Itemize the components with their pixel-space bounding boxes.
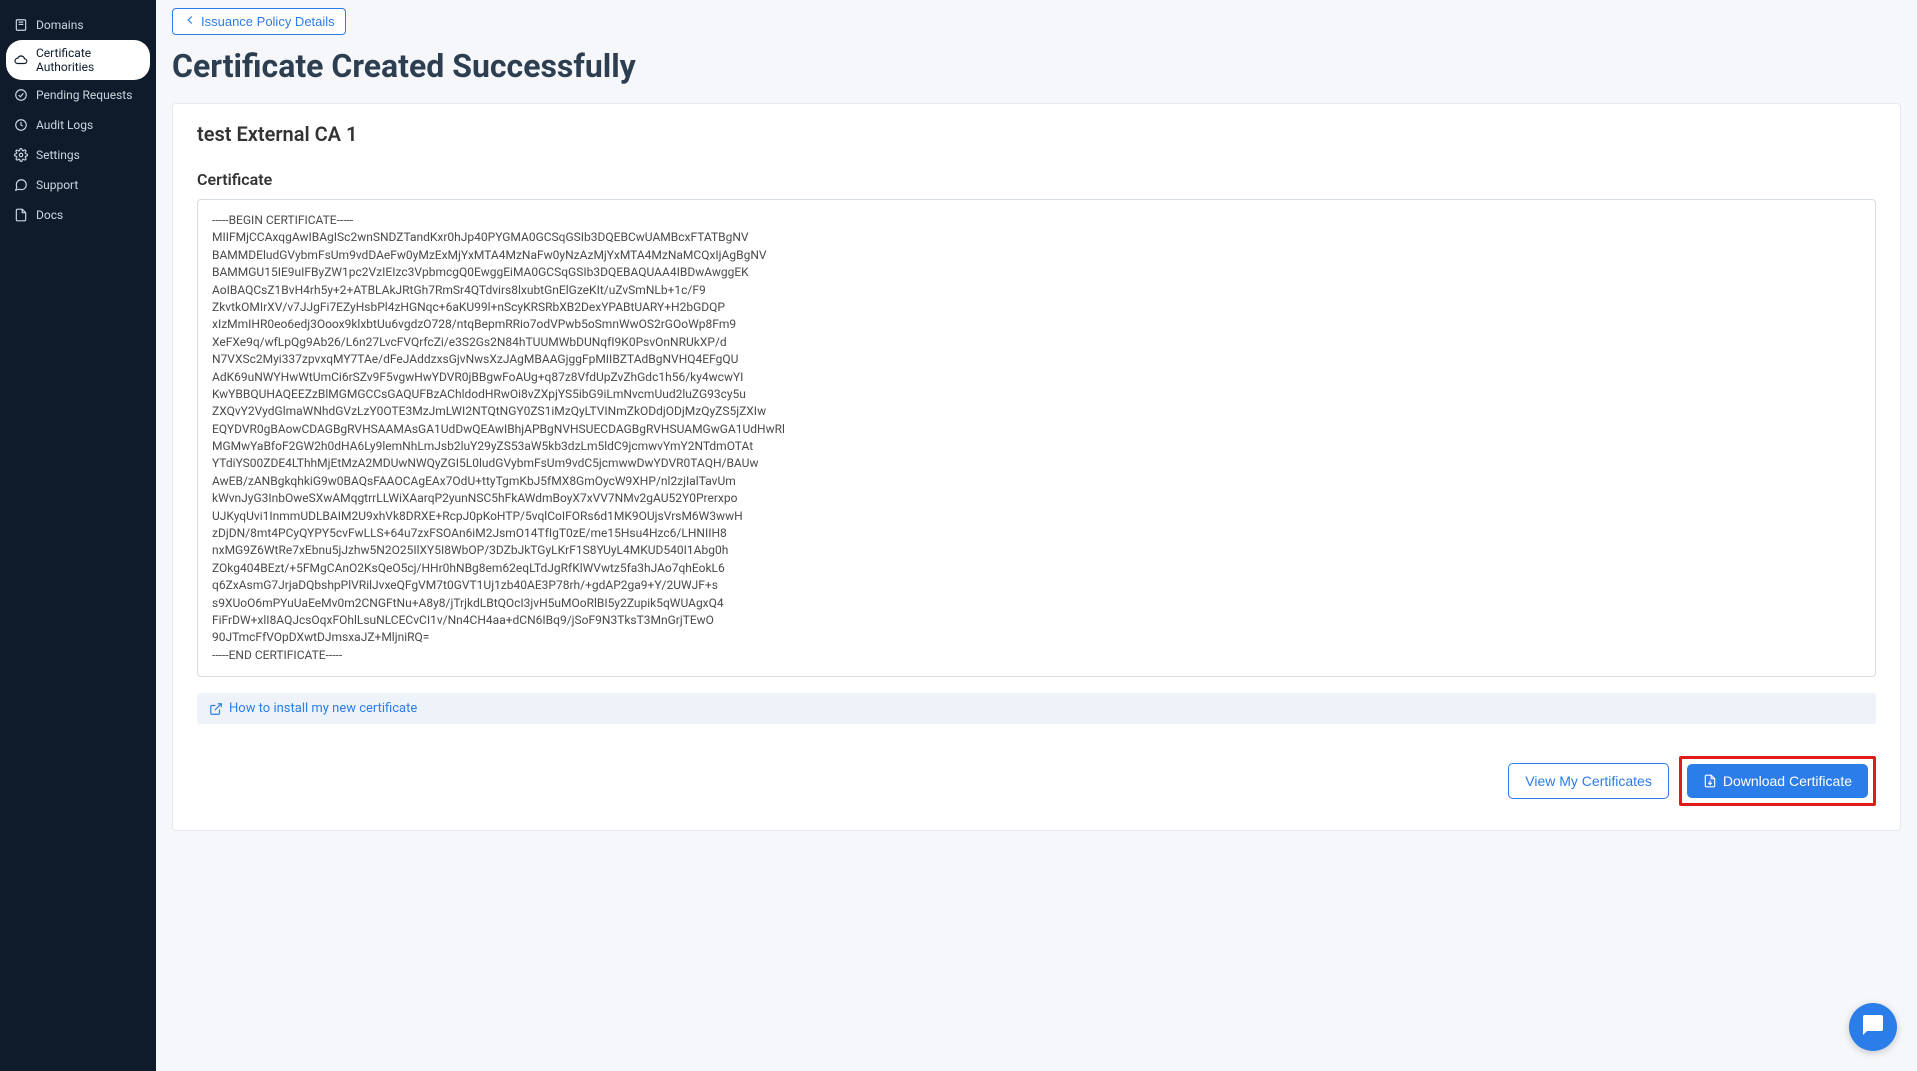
external-link-icon bbox=[209, 702, 223, 716]
certificate-pem-output[interactable]: -----BEGIN CERTIFICATE----- MIIFMjCCAxqg… bbox=[197, 199, 1876, 677]
view-certificates-button[interactable]: View My Certificates bbox=[1508, 763, 1669, 799]
sidebar: Domains Certificate Authorities Pending … bbox=[0, 0, 156, 1071]
arrow-left-icon bbox=[183, 13, 197, 30]
sidebar-item-label: Support bbox=[36, 178, 78, 192]
clock-icon bbox=[14, 118, 28, 132]
back-button-label: Issuance Policy Details bbox=[201, 14, 335, 29]
cloud-icon bbox=[14, 53, 28, 67]
certificate-heading: Certificate bbox=[197, 170, 1876, 189]
sidebar-item-domains[interactable]: Domains bbox=[0, 10, 156, 40]
sidebar-item-audit-logs[interactable]: Audit Logs bbox=[0, 110, 156, 140]
sidebar-item-label: Audit Logs bbox=[36, 118, 93, 132]
download-certificate-button[interactable]: Download Certificate bbox=[1687, 764, 1868, 798]
card-footer: View My Certificates Download Certificat… bbox=[197, 756, 1876, 806]
page-title: Certificate Created Successfully bbox=[172, 47, 1901, 85]
sidebar-item-label: Domains bbox=[36, 18, 84, 32]
sidebar-item-label: Docs bbox=[36, 208, 63, 222]
main-content: Issuance Policy Details Certificate Crea… bbox=[156, 0, 1917, 1071]
domains-icon bbox=[14, 18, 28, 32]
install-help-label: How to install my new certificate bbox=[229, 701, 417, 716]
sidebar-item-label: Pending Requests bbox=[36, 88, 132, 102]
certificate-card: test External CA 1 Certificate -----BEGI… bbox=[172, 103, 1901, 831]
chat-bubble-icon bbox=[1861, 1013, 1885, 1041]
check-circle-icon bbox=[14, 88, 28, 102]
sidebar-item-pending-requests[interactable]: Pending Requests bbox=[0, 80, 156, 110]
download-icon bbox=[1703, 774, 1717, 788]
sidebar-item-support[interactable]: Support bbox=[0, 170, 156, 200]
sidebar-item-docs[interactable]: Docs bbox=[0, 200, 156, 230]
annotation-highlight: Download Certificate bbox=[1679, 756, 1876, 806]
gear-icon bbox=[14, 148, 28, 162]
chat-icon bbox=[14, 178, 28, 192]
document-icon bbox=[14, 208, 28, 222]
sidebar-item-label: Settings bbox=[36, 148, 80, 162]
sidebar-item-certificate-authorities[interactable]: Certificate Authorities bbox=[6, 40, 150, 80]
chat-widget-button[interactable] bbox=[1849, 1003, 1897, 1051]
install-help-link[interactable]: How to install my new certificate bbox=[197, 693, 1876, 724]
download-button-label: Download Certificate bbox=[1723, 773, 1852, 789]
card-title: test External CA 1 bbox=[197, 122, 1876, 146]
sidebar-item-label: Certificate Authorities bbox=[36, 46, 142, 74]
sidebar-item-settings[interactable]: Settings bbox=[0, 140, 156, 170]
back-button[interactable]: Issuance Policy Details bbox=[172, 8, 346, 35]
